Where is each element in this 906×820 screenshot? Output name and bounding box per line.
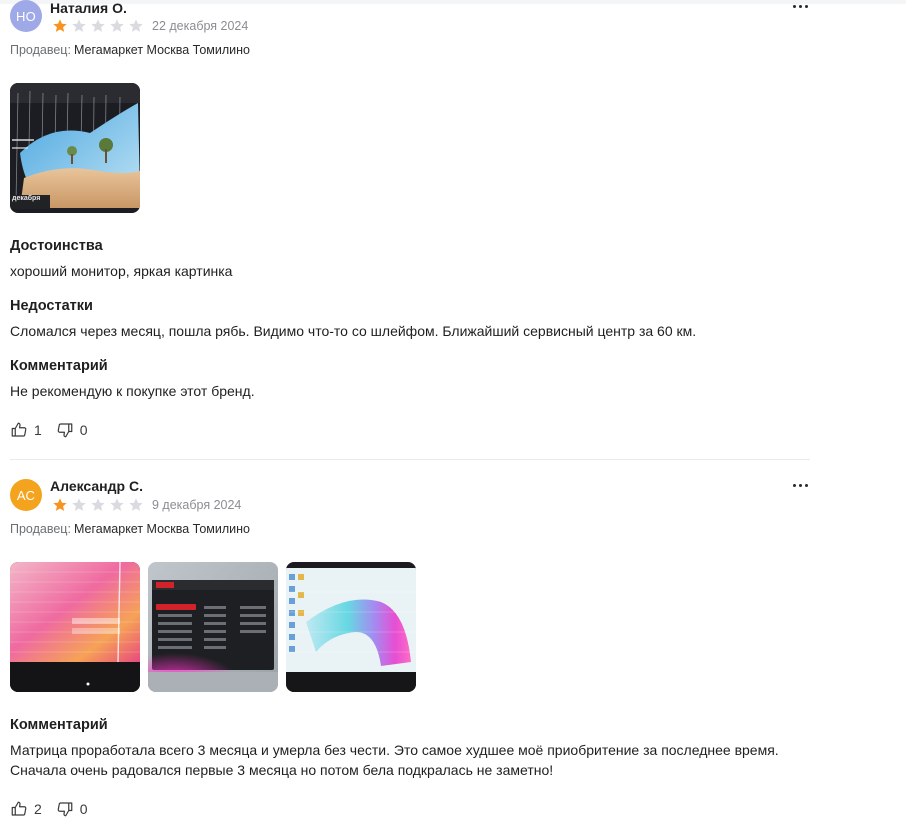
rating-stars (52, 497, 144, 513)
dot (792, 483, 796, 487)
review-date: 9 декабря 2024 (152, 498, 242, 512)
star-filled-icon (53, 498, 67, 511)
review-divider (10, 459, 810, 460)
star-empty-icon (110, 19, 124, 32)
review-card: НО Наталия О. 22 декабря 2024 Продавец: М… (10, 0, 810, 450)
review-photo[interactable]: декабря (10, 83, 140, 213)
like-count: 2 (34, 801, 42, 817)
avatar: АС (10, 479, 42, 511)
star-filled-icon (53, 19, 67, 32)
like-button[interactable]: 1 (10, 421, 42, 439)
author-name[interactable]: Наталия О. (50, 0, 127, 16)
vote-bar: 1 0 (10, 421, 102, 439)
avatar: НО (10, 0, 42, 32)
star-empty-icon (72, 498, 86, 511)
advantages-text: хороший монитор, яркая картинка (10, 263, 233, 279)
photo-pink-glitch-screen (10, 562, 140, 692)
seller-name[interactable]: Мегамаркет Москва Томилино (74, 43, 250, 57)
review-photo[interactable] (286, 562, 416, 692)
dislike-button[interactable]: 0 (56, 800, 88, 818)
vote-bar: 2 0 (10, 800, 102, 818)
photo-desktop-screen (10, 83, 140, 213)
disadvantages-text: Сломался через месяц, пошла рябь. Видимо… (10, 323, 697, 339)
disadvantages-title: Недостатки (10, 298, 93, 314)
star-empty-icon (129, 498, 143, 511)
photo-monitor-menu (148, 562, 278, 692)
thumbs-up-icon (11, 422, 27, 437)
photo-caption: декабря (12, 195, 41, 202)
review-date: 22 декабря 2024 (152, 19, 249, 33)
thumbs-down-icon (57, 802, 73, 817)
dot (804, 4, 808, 8)
dot (792, 4, 796, 8)
rating-stars (52, 18, 144, 34)
review-photo[interactable] (148, 562, 278, 692)
seller-name[interactable]: Мегамаркет Москва Томилино (74, 522, 250, 536)
star-empty-icon (72, 19, 86, 32)
seller-label: Продавец: (10, 43, 71, 57)
comment-text: Не рекомендую к покупке этот бренд. (10, 383, 255, 399)
comment-title: Комментарий (10, 358, 108, 374)
star-empty-icon (91, 498, 105, 511)
more-options-button[interactable] (790, 480, 810, 490)
dot (798, 483, 802, 487)
review-photo[interactable] (10, 562, 140, 692)
thumbs-down-icon (57, 423, 73, 438)
star-empty-icon (91, 19, 105, 32)
comment-title: Комментарий (10, 717, 108, 733)
comment-text: Матрица проработала всего 3 месяца и уме… (10, 742, 779, 778)
star-empty-icon (110, 498, 124, 511)
advantages-title: Достоинства (10, 238, 103, 254)
dislike-count: 0 (79, 422, 88, 438)
photo-color-smear-screen (286, 562, 416, 692)
dot (804, 483, 808, 487)
seller-label: Продавец: (10, 522, 71, 536)
author-name[interactable]: Александр С. (50, 478, 143, 494)
review-card: АС Александр С. 9 декабря 2024 Продавец:… (10, 478, 810, 820)
dot (798, 4, 802, 8)
seller-line: Продавец: Мегамаркет Москва Томилино (10, 522, 250, 536)
dislike-button[interactable]: 0 (56, 421, 88, 439)
more-options-button[interactable] (790, 1, 810, 11)
thumbs-up-icon (11, 801, 27, 816)
like-count: 1 (34, 422, 42, 438)
dislike-count: 0 (79, 801, 88, 817)
star-empty-icon (129, 19, 143, 32)
seller-line: Продавец: Мегамаркет Москва Томилино (10, 43, 250, 57)
like-button[interactable]: 2 (10, 800, 42, 818)
